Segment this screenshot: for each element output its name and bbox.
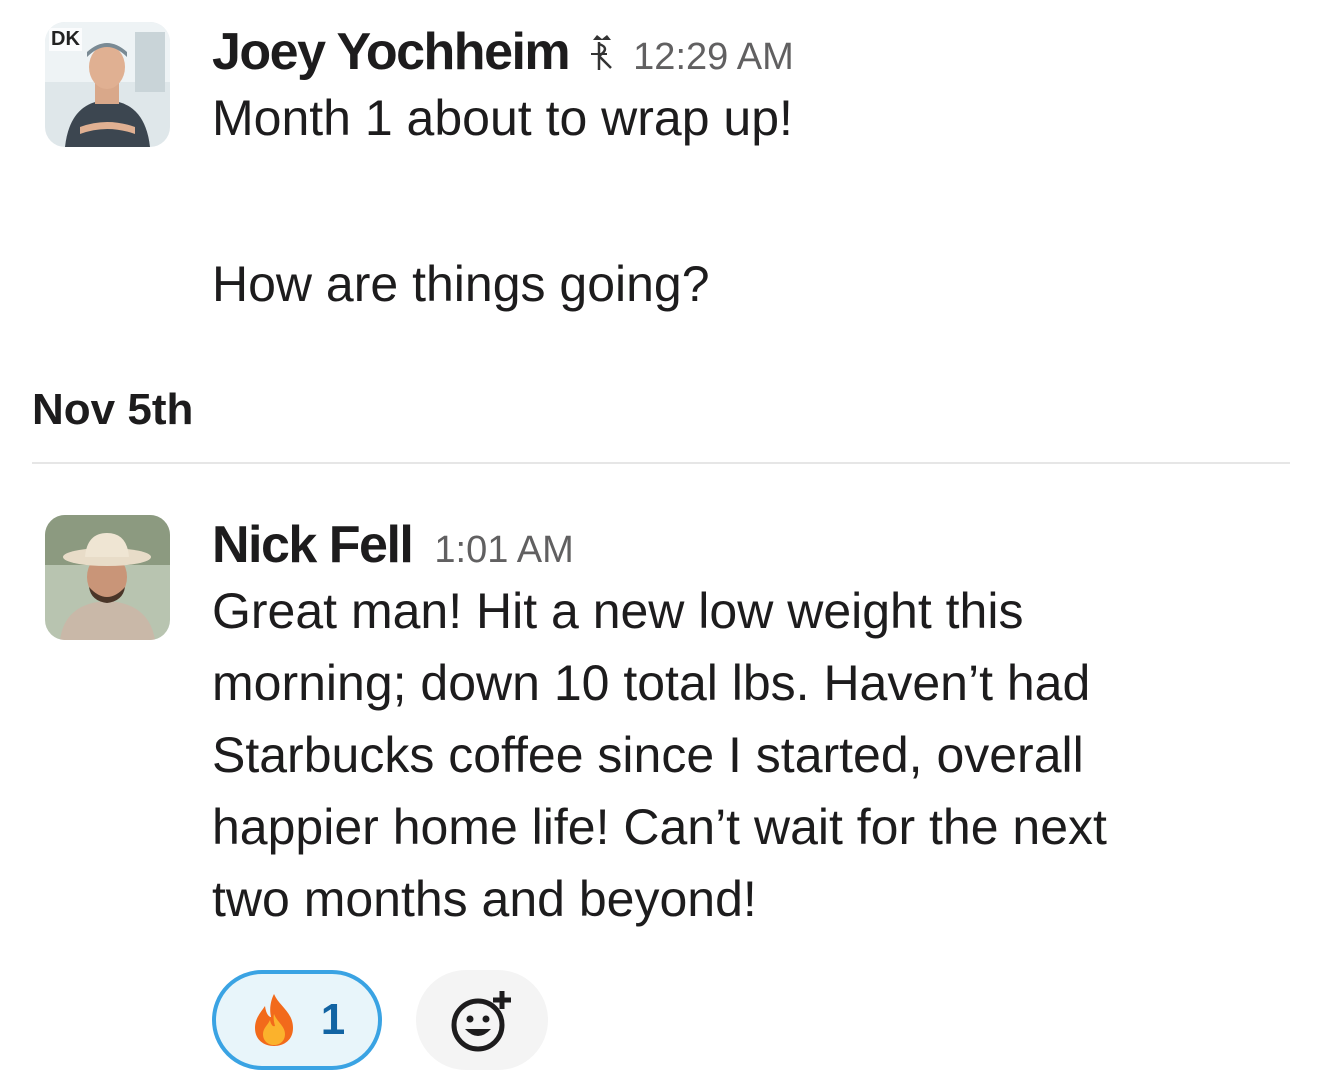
message-line: Starbucks coffee since I started, overal…	[212, 727, 1084, 783]
message-nick: Nick Fell 1:01 AM Great man! Hit a new l…	[212, 515, 1107, 935]
reaction-fire-button[interactable]: 1	[212, 970, 382, 1070]
avatar-nick-image	[45, 515, 170, 640]
date-divider[interactable]: Nov 5th	[32, 385, 193, 435]
message-line: Month 1 about to wrap up!	[212, 90, 793, 146]
message-line: happier home life! Can’t wait for the ne…	[212, 799, 1107, 855]
avatar-badge: DK	[49, 28, 82, 51]
avatar-nick[interactable]	[45, 515, 170, 640]
author-name[interactable]: Nick Fell	[212, 515, 414, 575]
message-line: two months and beyond!	[212, 871, 757, 927]
message-time[interactable]: 1:01 AM	[434, 529, 573, 572]
avatar-joey[interactable]: DK	[45, 22, 170, 147]
message-line: Great man! Hit a new low weight this	[212, 583, 1024, 639]
reaction-count: 1	[320, 995, 346, 1044]
message-time[interactable]: 12:29 AM	[633, 36, 794, 79]
message-line: morning; down 10 total lbs. Haven’t had	[212, 655, 1091, 711]
divider-line	[32, 462, 1290, 464]
message-text: Month 1 about to wrap up! How are things…	[212, 82, 794, 320]
dk-crown-icon[interactable]	[587, 32, 617, 72]
add-reaction-button[interactable]	[416, 970, 548, 1070]
author-name[interactable]: Joey Yochheim	[212, 22, 571, 82]
message-joey: Joey Yochheim 12:29 AM Month 1 about to …	[212, 22, 794, 320]
fire-icon	[254, 994, 293, 1046]
message-line: How are things going?	[212, 256, 710, 312]
message-text: Great man! Hit a new low weight this mor…	[212, 575, 1107, 935]
add-emoji-icon	[451, 991, 511, 1052]
